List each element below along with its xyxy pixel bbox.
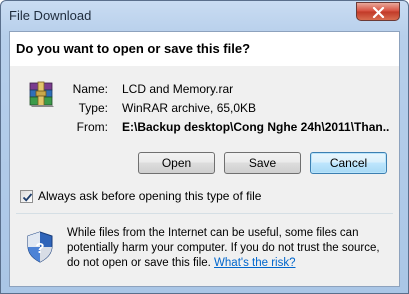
close-icon bbox=[372, 7, 385, 18]
dialog-body: Do you want to open or save this file? N… bbox=[9, 31, 400, 287]
dialog-question: Do you want to open or save this file? bbox=[16, 41, 251, 56]
security-warning: While files from the Internet can be use… bbox=[67, 226, 389, 271]
save-button[interactable]: Save bbox=[224, 152, 301, 174]
name-label: Name: bbox=[72, 82, 108, 96]
open-button[interactable]: Open bbox=[138, 152, 215, 174]
window-title: File Download bbox=[9, 8, 92, 23]
cancel-button[interactable]: Cancel bbox=[310, 152, 387, 174]
file-type-value: WinRAR archive, 65,0KB bbox=[122, 101, 257, 115]
security-shield-icon: ? bbox=[27, 231, 53, 263]
checkmark-icon bbox=[22, 193, 33, 202]
file-source-value: E:\Backup desktop\Cong Nghe 24h\2011\Tha… bbox=[122, 120, 390, 134]
header-band: Do you want to open or save this file? bbox=[10, 32, 399, 66]
always-ask-label[interactable]: Always ask before opening this type of f… bbox=[38, 189, 261, 203]
divider bbox=[16, 213, 393, 214]
winrar-archive-icon bbox=[29, 81, 54, 107]
title-bar[interactable]: File Download bbox=[1, 1, 408, 31]
type-label: Type: bbox=[78, 101, 108, 115]
always-ask-checkbox[interactable] bbox=[20, 190, 33, 203]
close-button[interactable] bbox=[356, 2, 400, 21]
whats-the-risk-link[interactable]: What's the risk? bbox=[214, 257, 295, 269]
file-download-window: File Download Do you want to open or sav… bbox=[0, 0, 409, 294]
svg-text:?: ? bbox=[35, 240, 44, 257]
from-label: From: bbox=[76, 120, 108, 134]
file-name-value: LCD and Memory.rar bbox=[122, 82, 234, 96]
